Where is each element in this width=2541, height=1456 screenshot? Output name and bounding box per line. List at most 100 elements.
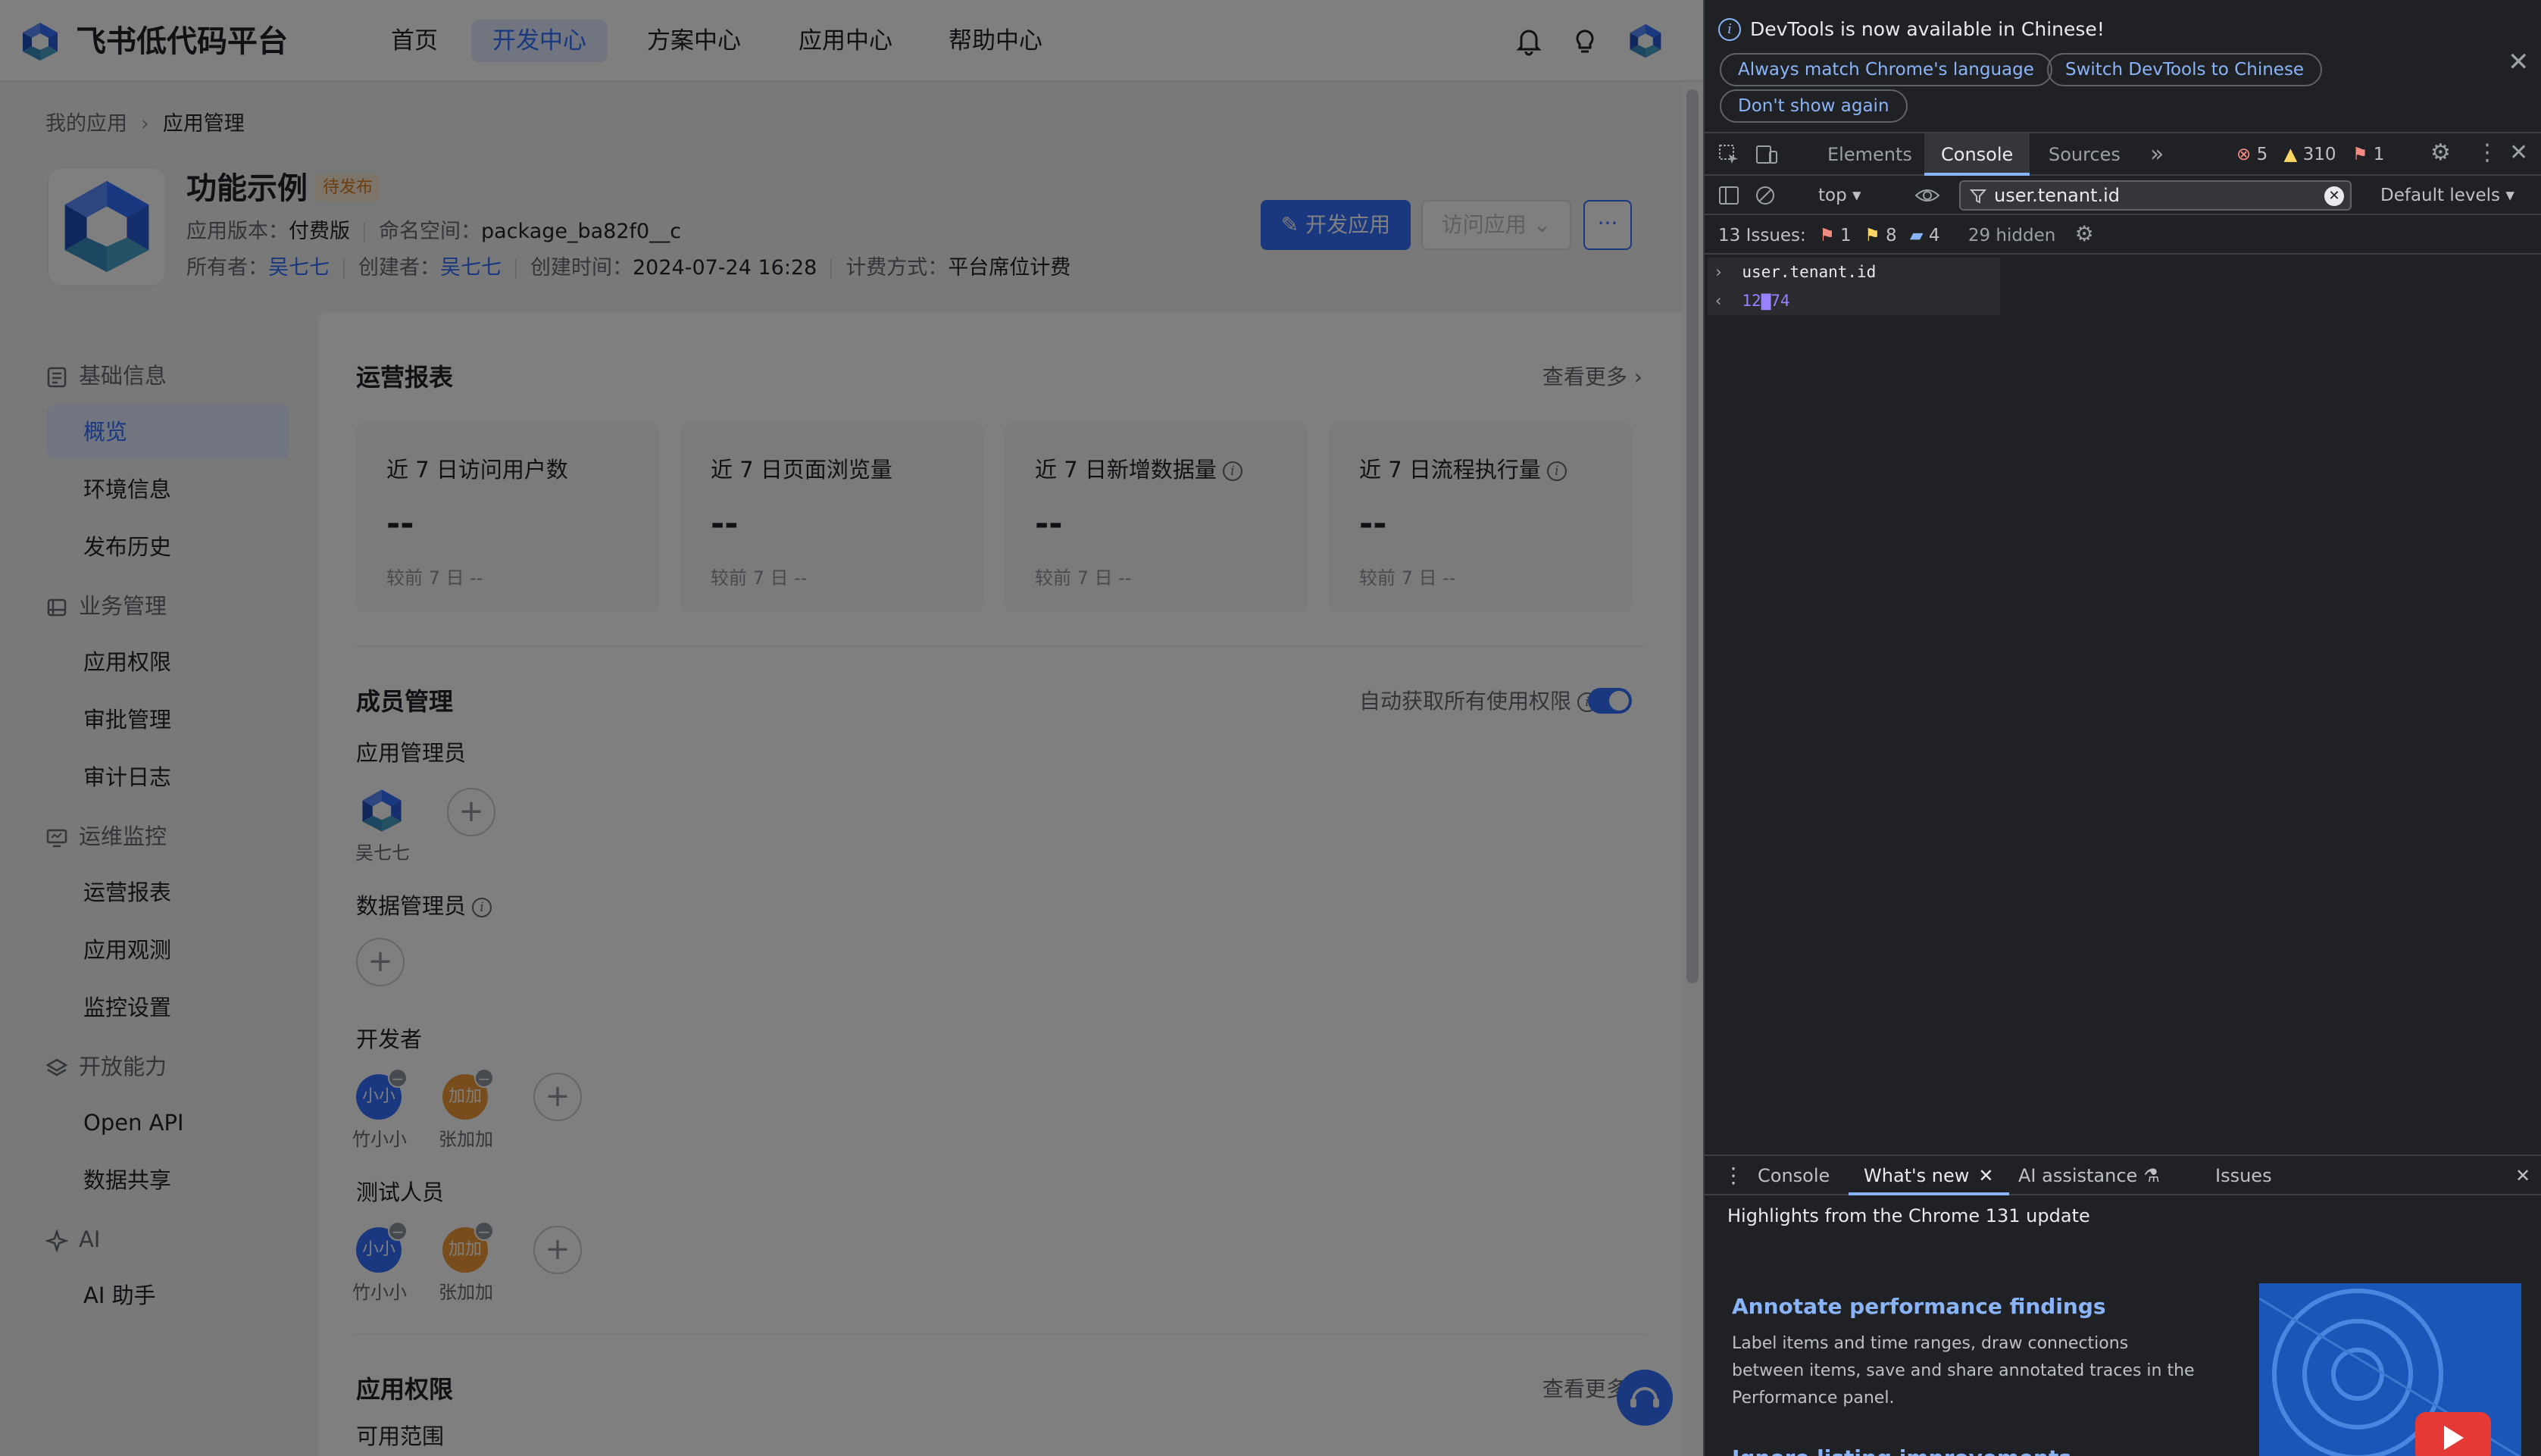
auto-permission-label: 自动获取所有使用权限 i [1359, 686, 1597, 717]
issue-settings-gear-icon[interactable]: ⚙ [2075, 221, 2094, 246]
breadcrumb-my-apps[interactable]: 我的应用 [45, 112, 127, 136]
version-value: 付费版 [289, 220, 350, 243]
dont-show-again-button[interactable]: Don't show again [1720, 89, 1908, 123]
tester-name-1: 竹小小 [352, 1282, 407, 1303]
eye-icon[interactable] [1914, 183, 1941, 208]
nav-home[interactable]: 首页 [370, 20, 459, 62]
clear-console-icon[interactable] [1753, 183, 1777, 208]
error-icon: ⊗ [2236, 145, 2252, 164]
bell-icon[interactable] [1511, 23, 1547, 59]
stat-card-compare: 较前 7 日 -- [1035, 567, 1132, 589]
owner-link[interactable]: 吴七七 [268, 256, 330, 280]
remove-member-icon[interactable]: − [474, 1068, 494, 1088]
user-avatar-icon[interactable] [1627, 23, 1664, 59]
clear-filter-icon[interactable]: ✕ [2324, 186, 2344, 206]
sidebar-item-open-api[interactable]: Open API [47, 1095, 289, 1150]
admin-avatar-icon[interactable] [359, 788, 405, 833]
console-filter-input[interactable]: user.tenant.id ✕ [1959, 180, 2352, 211]
sidebar-item-app-permissions[interactable]: 应用权限 [47, 635, 289, 689]
sidebar-item-approval[interactable]: 审批管理 [47, 692, 289, 747]
auto-permission-toggle[interactable] [1588, 688, 1632, 714]
info-icon[interactable]: i [472, 898, 492, 917]
help-fab-button[interactable] [1617, 1370, 1673, 1426]
remove-member-icon[interactable]: − [388, 1068, 408, 1088]
report-view-more-link[interactable]: 查看更多 › [1542, 362, 1642, 392]
devtools-drawer: ⋮ Console What's new ✕ AI assistance ⚗ Iss… [1705, 1154, 2541, 1456]
remove-member-icon[interactable]: − [388, 1221, 408, 1241]
sidebar-item-app-observe[interactable]: 应用观测 [47, 923, 289, 977]
tester-avatar-2[interactable]: 加加 − [442, 1221, 494, 1273]
lightbulb-icon[interactable] [1567, 23, 1603, 59]
sidebar-item-publish-history[interactable]: 发布历史 [47, 520, 289, 574]
nav-dev-center[interactable]: 开发中心 [471, 20, 608, 62]
video-thumbnail-art [2259, 1289, 2521, 1456]
sidebar-item-ops-report[interactable]: 运营报表 [47, 865, 289, 920]
creator-link[interactable]: 吴七七 [440, 256, 502, 280]
close-tab-icon[interactable]: ✕ [1978, 1165, 1993, 1186]
stat-card-title: 近 7 日新增数据量 [1035, 457, 1217, 483]
close-devtools-icon[interactable]: ✕ [2509, 139, 2528, 166]
tab-console[interactable]: Console [1924, 133, 2030, 176]
status-badge: 待发布 [315, 174, 381, 202]
sidebar-item-ai-assistant[interactable]: AI 助手 [47, 1268, 289, 1323]
drawer-tab-issues[interactable]: Issues [2200, 1156, 2287, 1195]
switch-to-chinese-button[interactable]: Switch DevTools to Chinese [2047, 53, 2323, 86]
log-levels-dropdown[interactable]: Default levels ▾ [2380, 176, 2514, 215]
add-tester-button[interactable]: + [533, 1226, 582, 1274]
stat-card-value: -- [711, 505, 739, 543]
developer-avatar-1[interactable]: 小小 − [356, 1068, 408, 1120]
more-tabs-icon[interactable]: » [2133, 133, 2180, 176]
issues-summary: 13 Issues: ⚑ 1 ⚑ 8 ▰ 4 29 hidden ⚙ [1718, 215, 2094, 255]
nav-solution-center[interactable]: 方案中心 [626, 20, 762, 62]
sidebar-item-data-share[interactable]: 数据共享 [47, 1153, 289, 1208]
feature-ignore-listing-link[interactable]: Ignore listing improvements [1732, 1444, 2071, 1456]
sidebar-toggle-icon[interactable] [1717, 183, 1741, 208]
info-icon[interactable]: i [1546, 461, 1567, 481]
sidebar-item-overview[interactable]: 概览 [47, 405, 289, 459]
issues-bar[interactable]: 13 Issues: ⚑ 1 ⚑ 8 ▰ 4 29 hidden ⚙ [1705, 215, 2541, 255]
sidebar-group-label: 基础信息 [79, 363, 167, 389]
visit-app-button[interactable]: 访问应用 ⌄ [1421, 200, 1571, 250]
context-selector[interactable]: top ▾ [1818, 176, 1861, 215]
sidebar-item-env-info[interactable]: 环境信息 [47, 462, 289, 517]
add-app-admin-button[interactable]: + [447, 788, 495, 836]
always-match-language-button[interactable]: Always match Chrome's language [1720, 53, 2052, 86]
devtools-counters[interactable]: ⊗ 5 ▲ 310 ⚑ 1 [2236, 133, 2384, 176]
close-banner-icon[interactable]: ✕ [2508, 47, 2530, 77]
sidebar-group-label: 运维监控 [79, 823, 167, 849]
tab-elements[interactable]: Elements [1811, 133, 1929, 176]
nav-help-center[interactable]: 帮助中心 [927, 20, 1064, 62]
info-icon[interactable]: i [1222, 461, 1242, 481]
feature-video-thumbnail[interactable] [2259, 1283, 2521, 1456]
remove-member-icon[interactable]: − [474, 1221, 494, 1241]
inspect-element-icon[interactable] [1717, 142, 1741, 167]
drawer-tab-ai-assistance[interactable]: AI assistance ⚗ [2003, 1156, 2175, 1195]
close-drawer-icon[interactable]: ✕ [2500, 1156, 2541, 1195]
visit-app-label: 访问应用 [1441, 212, 1527, 237]
developer-avatar-2[interactable]: 加加 − [442, 1068, 494, 1120]
sidebar-item-audit-log[interactable]: 审计日志 [47, 750, 289, 805]
develop-app-button[interactable]: ✎ 开发应用 [1261, 200, 1411, 250]
drawer-tab-console[interactable]: Console [1742, 1156, 1845, 1195]
device-toolbar-icon[interactable] [1755, 142, 1779, 167]
app-admin-label: 应用管理员 [356, 740, 467, 766]
devtools-tabbar: Elements Console Sources » ⊗ 5 ▲ 310 ⚑ 1… [1705, 133, 2541, 176]
more-actions-button[interactable]: ··· [1583, 200, 1632, 250]
view-more-label: 查看更多 [1542, 364, 1627, 389]
add-developer-button[interactable]: + [533, 1073, 582, 1121]
console-output-line[interactable]: ‹ 12▇74 [1708, 286, 2000, 315]
add-data-admin-button[interactable]: + [356, 938, 405, 986]
feature-annotate-link[interactable]: Annotate performance findings [1732, 1292, 2106, 1321]
nav-app-center[interactable]: 应用中心 [777, 20, 914, 62]
settings-gear-icon[interactable]: ⚙ [2430, 139, 2451, 166]
drawer-tab-whats-new[interactable]: What's new ✕ [1849, 1156, 2009, 1195]
tab-sources[interactable]: Sources [2032, 133, 2137, 176]
console-input-line[interactable]: › user.tenant.id [1708, 258, 2000, 286]
stat-card-title-row: 近 7 日新增数据量 i [1035, 455, 1242, 485]
tester-avatar-1[interactable]: 小小 − [356, 1221, 408, 1273]
develop-app-label: 开发应用 [1305, 212, 1391, 237]
kebab-menu-icon[interactable]: ⋮ [2476, 139, 2499, 166]
page-scrollbar-thumb[interactable] [1686, 89, 1699, 983]
banner-message: DevTools is now available in Chinese! [1750, 18, 2105, 40]
sidebar-item-monitor-settings[interactable]: 监控设置 [47, 980, 289, 1035]
